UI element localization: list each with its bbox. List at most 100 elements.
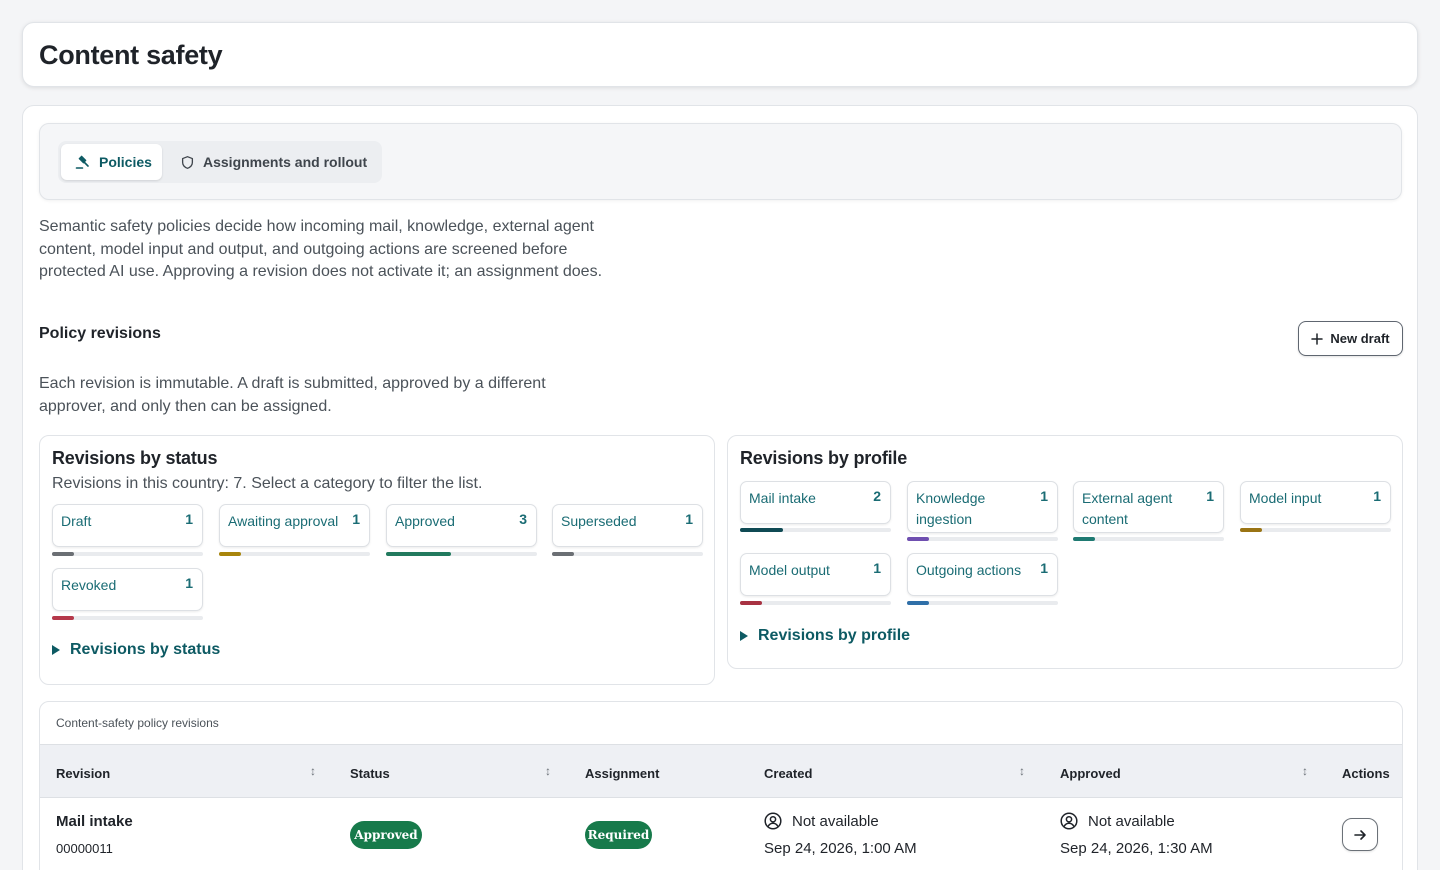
arrow-right-icon [1354, 829, 1366, 840]
profile-bar-mail-intake [740, 528, 891, 532]
chip-label: Model output [749, 562, 830, 578]
new-draft-button[interactable]: New draft [1298, 321, 1403, 356]
profile-chip-outgoing-actions[interactable]: Outgoing actions 1 [907, 553, 1058, 596]
profile-disclosure-toggle[interactable]: Revisions by profile [740, 627, 910, 645]
column-header-created: Created [764, 766, 813, 781]
status-badge: Approved [350, 821, 422, 849]
plus-icon [1311, 332, 1324, 345]
chip-label: Awaiting approval [228, 513, 339, 529]
chip-label: Draft [61, 513, 92, 529]
tab-group: Policies Assignments and rollout [58, 141, 382, 183]
profile-panel-title: Revisions by profile [740, 448, 908, 468]
disclosure-label: Revisions by profile [758, 627, 911, 644]
profile-bar-model-output [740, 601, 891, 605]
status-chip-draft[interactable]: Draft 1 [52, 504, 203, 547]
bar-fill [907, 601, 929, 605]
status-panel: Revisions by status Revisions in this co… [39, 435, 715, 685]
disclosure-label: Revisions by status [70, 641, 221, 658]
sort-icon[interactable]: ↕ [1019, 764, 1025, 778]
user-circle-icon [1060, 812, 1078, 830]
tab-policies[interactable]: Policies [61, 144, 162, 180]
bar-fill [52, 616, 74, 620]
chip-count: 1 [1040, 488, 1048, 504]
profile-bar-outgoing-actions [907, 601, 1058, 605]
column-header-approved: Approved [1060, 766, 1121, 781]
status-bar-awaiting-approval [219, 552, 370, 556]
tab-label: Assignments and rollout [203, 154, 368, 170]
column-header-assignment: Assignment [585, 766, 660, 781]
bar-fill [1073, 537, 1095, 541]
gavel-icon [75, 155, 89, 169]
main-card: Policies Assignments and rollout Semanti… [22, 105, 1418, 870]
status-panel-subtitle: Revisions in this country: 7. Select a c… [52, 475, 483, 492]
chip-count: 1 [873, 560, 881, 576]
bar-fill [740, 528, 784, 532]
status-chip-awaiting-approval[interactable]: Awaiting approval 1 [219, 504, 370, 547]
profile-chip-model-input[interactable]: Model input 1 [1240, 481, 1391, 524]
status-panel-title: Revisions by status [52, 448, 218, 468]
tab-label: Policies [99, 154, 152, 170]
page-header: Content safety [22, 22, 1418, 87]
tabs-panel: Policies Assignments and rollout [39, 123, 1402, 200]
section-title: Policy revisions [39, 325, 161, 342]
status-bar-draft [52, 552, 203, 556]
bar-fill [907, 537, 929, 541]
status-bar-revoked [52, 616, 203, 620]
profile-chip-model-output[interactable]: Model output 1 [740, 553, 891, 596]
status-chip-revoked[interactable]: Revoked 1 [52, 568, 203, 611]
chip-label: Superseded [561, 513, 637, 529]
chip-label: External agent content [1082, 490, 1173, 527]
chip-count: 1 [1373, 488, 1381, 504]
status-chip-approved[interactable]: Approved 3 [386, 504, 537, 547]
shield-icon [181, 155, 194, 169]
chip-label: Outgoing actions [916, 562, 1022, 578]
chip-count: 2 [873, 488, 881, 504]
revisions-table: Content-safety policy revisions Revision… [39, 701, 1403, 870]
chip-label: Revoked [61, 577, 117, 593]
section-description: Each revision is immutable. A draft is s… [39, 375, 546, 415]
assignment-badge: Required [585, 821, 652, 849]
approved-date: Sep 24, 2026, 1:30 AM [1060, 840, 1213, 857]
bar-fill [552, 552, 574, 556]
bar-fill [52, 552, 74, 556]
table-caption: Content-safety policy revisions [56, 716, 219, 730]
sort-icon[interactable]: ↕ [310, 764, 316, 778]
profile-bar-model-input [1240, 528, 1391, 532]
status-bar-approved [386, 552, 537, 556]
chip-count: 1 [185, 575, 193, 591]
column-header-actions: Actions [1342, 766, 1390, 781]
bar-fill [1240, 528, 1262, 532]
profile-bar-knowledge-ingestion [907, 537, 1058, 541]
intro-text: Semantic safety policies decide how inco… [39, 218, 603, 280]
sort-icon[interactable]: ↕ [545, 764, 551, 778]
bar-fill [740, 601, 762, 605]
chip-count: 1 [1040, 560, 1048, 576]
chip-label: Model input [1249, 490, 1322, 506]
chip-label: Approved [395, 513, 455, 529]
status-disclosure-toggle[interactable]: Revisions by status [52, 641, 220, 659]
revision-id: 00000011 [56, 841, 113, 856]
column-header-status: Status [350, 766, 390, 781]
bar-fill [386, 552, 451, 556]
profile-chip-knowledge-ingestion[interactable]: Knowledge ingestion 1 [907, 481, 1058, 533]
created-by: Not available [764, 812, 879, 830]
approved-by: Not available [1060, 812, 1175, 830]
triangle-right-icon [52, 645, 60, 655]
chip-count: 1 [185, 511, 193, 527]
created-date: Sep 24, 2026, 1:00 AM [764, 840, 917, 857]
open-revision-button[interactable] [1342, 818, 1378, 851]
status-chip-superseded[interactable]: Superseded 1 [552, 504, 703, 547]
profile-panel: Revisions by profile Mail intake 2 Knowl… [727, 435, 1403, 669]
triangle-right-icon [740, 631, 748, 641]
profile-bar-external-agent-content [1073, 537, 1224, 541]
sort-icon[interactable]: ↕ [1302, 764, 1308, 778]
profile-chip-mail-intake[interactable]: Mail intake 2 [740, 481, 891, 524]
created-user: Not available [792, 812, 879, 830]
profile-chip-external-agent-content[interactable]: External agent content 1 [1073, 481, 1224, 533]
tab-assignments[interactable]: Assignments and rollout [172, 144, 367, 180]
chip-label: Knowledge ingestion [916, 490, 986, 527]
chip-count: 1 [1206, 488, 1214, 504]
chip-count: 1 [352, 511, 360, 527]
chip-count: 3 [519, 511, 527, 527]
bar-fill [219, 552, 241, 556]
